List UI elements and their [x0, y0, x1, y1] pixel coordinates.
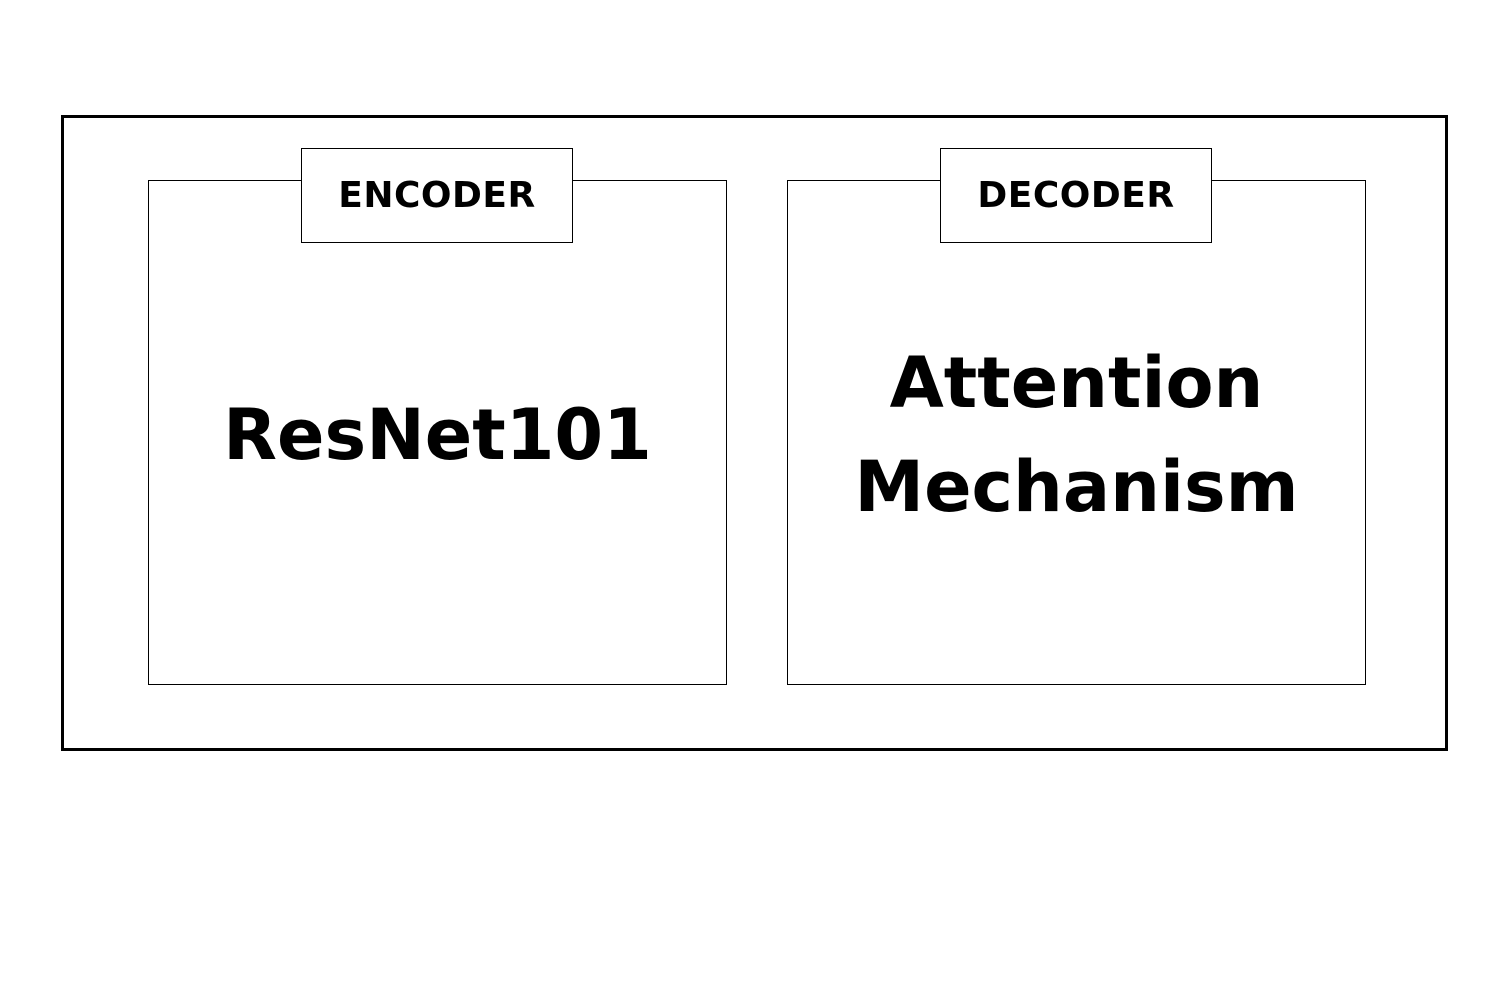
encoder-content: ResNet101 — [223, 394, 652, 476]
decoder-label: DECODER — [940, 148, 1212, 243]
encoder-label: ENCODER — [301, 148, 573, 243]
decoder-content: Attention Mechanism — [787, 330, 1366, 540]
decoder-content-line-2: Mechanism — [854, 446, 1299, 528]
decoder-content-line-1: Attention — [889, 342, 1264, 424]
